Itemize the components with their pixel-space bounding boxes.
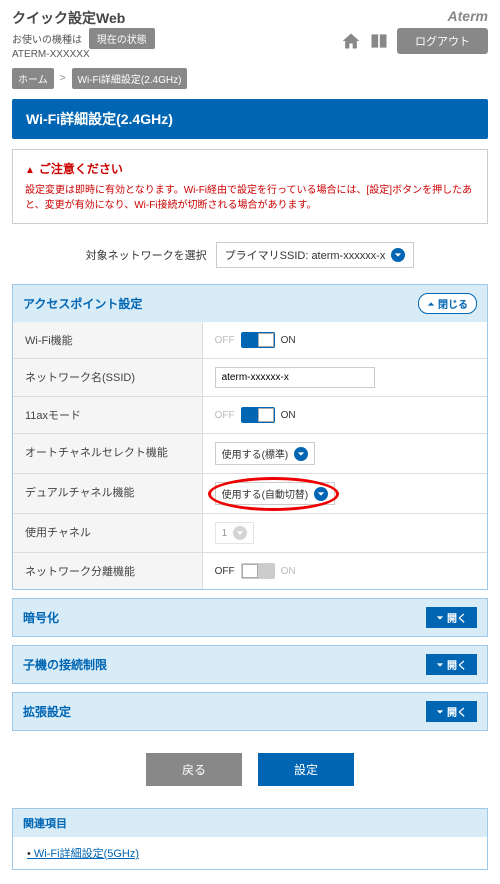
row-autochannel: オートチャネルセレクト機能 使用する(標準) (13, 433, 487, 473)
notice-text: 設定変更は即時に有効となります。Wi-Fi経由で設定を行っている場合には、[設定… (25, 183, 475, 213)
page-title: Wi-Fi詳細設定(2.4GHz) (12, 99, 488, 139)
dualchannel-dropdown[interactable]: 使用する(自動切替) (215, 482, 336, 505)
breadcrumb-separator: > (60, 73, 66, 84)
isolation-toggle[interactable] (241, 563, 275, 579)
wifi-toggle[interactable] (241, 332, 275, 348)
chevron-down-icon (294, 447, 308, 461)
row-usechannel: 使用チャネル 1 (13, 513, 487, 552)
chevron-down-icon (391, 248, 405, 262)
logout-button[interactable]: ログアウト (397, 28, 488, 54)
model-label: お使いの機種は 現在の状態 (12, 28, 155, 49)
breadcrumb-home[interactable]: ホーム (12, 68, 54, 89)
chevron-down-icon (314, 487, 328, 501)
header-right: Aterm ログアウト (341, 8, 488, 54)
network-select-row: 対象ネットワークを選択 プライマリSSID: aterm-xxxxxx-x (0, 234, 500, 276)
collapse-button[interactable]: 閉じる (418, 293, 477, 314)
notice-title: ご注意ください (25, 160, 475, 177)
breadcrumb: ホーム > Wi-Fi詳細設定(2.4GHz) (0, 64, 500, 99)
row-ssid: ネットワーク名(SSID) (13, 358, 487, 396)
section-advanced: 拡張設定 開く (12, 692, 488, 731)
section-encryption: 暗号化 開く (12, 598, 488, 637)
notice-box: ご注意ください 設定変更は即時に有効となります。Wi-Fi経由で設定を行っている… (12, 149, 488, 224)
manual-icon[interactable] (369, 31, 389, 51)
breadcrumb-current: Wi-Fi詳細設定(2.4GHz) (72, 68, 188, 89)
expand-button[interactable]: 開く (426, 607, 477, 628)
expand-button[interactable]: 開く (426, 654, 477, 675)
submit-button[interactable]: 設定 (258, 753, 354, 786)
network-select-dropdown[interactable]: プライマリSSID: aterm-xxxxxx-x (216, 242, 415, 268)
related-title: 関連項目 (13, 809, 487, 837)
chevron-down-icon (233, 526, 247, 540)
back-button[interactable]: 戻る (146, 753, 242, 786)
section-childlimit: 子機の接続制限 開く (12, 645, 488, 684)
app-title: クイック設定Web (12, 8, 155, 28)
ax-toggle[interactable] (241, 407, 275, 423)
section-access-point: アクセスポイント設定 閉じる Wi-Fi機能 OFF ON ネットワーク名(SS… (12, 284, 488, 590)
related-section: 関連項目 Wi-Fi詳細設定(5GHz) (12, 808, 488, 870)
status-button[interactable]: 現在の状態 (89, 28, 155, 49)
ssid-input[interactable] (215, 367, 375, 388)
row-dualchannel: デュアルチャネル機能 使用する(自動切替) (13, 473, 487, 513)
autochannel-dropdown[interactable]: 使用する(標準) (215, 442, 316, 465)
brand-logo: Aterm (341, 8, 488, 24)
header-left: クイック設定Web お使いの機種は 現在の状態 ATERM-XXXXXX (12, 8, 155, 60)
expand-button[interactable]: 開く (426, 701, 477, 722)
section-head-ap: アクセスポイント設定 閉じる (13, 285, 487, 322)
button-row: 戻る 設定 (0, 739, 500, 800)
row-11ax: 11axモード OFF ON (13, 396, 487, 433)
ap-table: Wi-Fi機能 OFF ON ネットワーク名(SSID) 11axモード OFF… (13, 322, 487, 589)
network-select-label: 対象ネットワークを選択 (86, 250, 207, 262)
row-wifi: Wi-Fi機能 OFF ON (13, 322, 487, 358)
usechannel-dropdown: 1 (215, 522, 255, 544)
model-name: ATERM-XXXXXX (12, 49, 155, 60)
home-icon[interactable] (341, 31, 361, 51)
row-isolation: ネットワーク分離機能 OFF ON (13, 552, 487, 589)
header: クイック設定Web お使いの機種は 現在の状態 ATERM-XXXXXX Ate… (0, 0, 500, 64)
related-link-5ghz[interactable]: Wi-Fi詳細設定(5GHz) (27, 848, 139, 860)
